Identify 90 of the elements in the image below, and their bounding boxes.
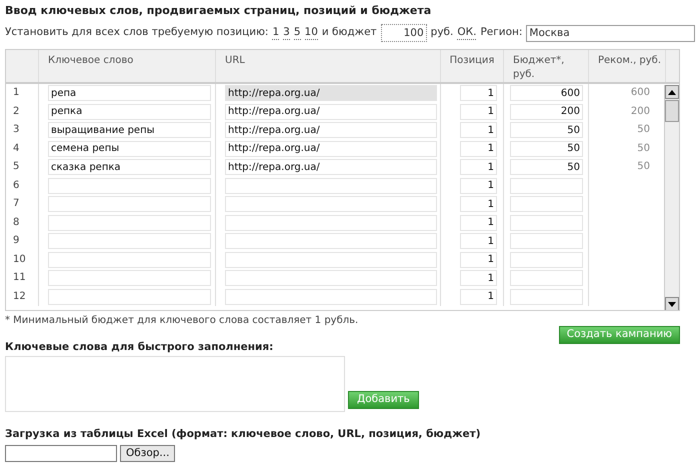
position-input[interactable]: 1	[460, 196, 497, 212]
region-label: Регион:	[480, 25, 522, 40]
scroll-thumb[interactable]	[665, 100, 679, 122]
row-number: 8	[6, 214, 39, 232]
settings-label: Установить для всех слов требуемую позицию:	[5, 25, 268, 40]
column-header: Ключевое слово	[39, 50, 216, 82]
budget-input[interactable]	[510, 178, 583, 194]
recommended-value: 50	[637, 161, 650, 172]
keyword-input[interactable]	[48, 288, 211, 305]
url-input[interactable]: http://repa.org.ua/	[225, 85, 437, 102]
position-input[interactable]: 1	[460, 270, 497, 286]
row-number: 9	[6, 232, 39, 250]
position-link[interactable]: 3	[283, 26, 290, 40]
browse-button[interactable]: Обзор...	[120, 445, 176, 462]
url-input[interactable]	[225, 196, 437, 212]
budget-input[interactable]: 600	[510, 85, 583, 102]
row-number: 5	[6, 158, 39, 176]
url-input[interactable]	[225, 214, 437, 231]
budget-input[interactable]: 200	[510, 104, 583, 120]
budget-input[interactable]: 50	[510, 122, 583, 138]
url-input[interactable]	[225, 178, 437, 194]
column-header: URL	[216, 50, 441, 82]
url-input[interactable]: http://repa.org.ua/	[225, 122, 437, 138]
position-input[interactable]: 1	[460, 104, 497, 120]
keyword-input[interactable]	[48, 214, 211, 231]
position-input[interactable]: 1	[460, 85, 497, 102]
position-input[interactable]: 1	[460, 288, 497, 305]
row-number: 12	[6, 288, 39, 306]
keyword-input[interactable]: семена репы	[48, 140, 211, 157]
url-input[interactable]: http://repa.org.ua/	[225, 140, 437, 157]
section-heading: Ключевые слова для быстрого заполнения:	[5, 341, 274, 354]
position-input[interactable]: 1	[460, 140, 497, 157]
row-number: 10	[6, 250, 39, 269]
position-input[interactable]: 1	[460, 252, 497, 268]
position-input[interactable]: 1	[460, 122, 497, 138]
budget-input[interactable]	[510, 196, 583, 212]
url-input[interactable]	[225, 288, 437, 305]
url-input[interactable]	[225, 270, 437, 286]
row-number: 4	[6, 140, 39, 158]
url-input[interactable]	[225, 233, 437, 250]
keyword-input[interactable]	[48, 270, 211, 286]
row-number: 3	[6, 121, 39, 140]
currency-label: руб.	[430, 25, 454, 40]
budget-input[interactable]: 100	[380, 24, 427, 42]
keyword-input[interactable]: сказка репка	[48, 159, 211, 176]
file-path-input[interactable]	[5, 445, 117, 462]
url-input[interactable]: http://repa.org.ua/	[225, 104, 437, 120]
keyword-input[interactable]	[48, 233, 211, 250]
position-input[interactable]: 1	[460, 214, 497, 231]
row-number: 6	[6, 176, 39, 195]
budget-input[interactable]	[510, 233, 583, 250]
column-header: Бюджет*, руб.	[504, 50, 589, 82]
row-number: 2	[6, 102, 39, 121]
recommended-value: 50	[637, 142, 650, 154]
position-link[interactable]: 5	[294, 26, 301, 40]
budget-input[interactable]	[510, 214, 583, 231]
budget-label: и бюджет	[322, 25, 377, 40]
budget-input[interactable]	[510, 288, 583, 305]
position-input[interactable]: 1	[460, 178, 497, 194]
budget-input[interactable]: 50	[510, 159, 583, 176]
section-heading: Ввод ключевых слов, продвигаемых страниц, позиций и бюджета	[5, 3, 432, 19]
position-link[interactable]: 1	[272, 26, 280, 40]
ok-link[interactable]: ОК.	[457, 26, 476, 40]
keyword-input[interactable]	[48, 196, 211, 212]
footnote: * Минимальный бюджет для ключевого слова составляет 1 рубль.	[5, 314, 360, 327]
url-input[interactable]: http://repa.org.ua/	[225, 159, 437, 176]
keyword-input[interactable]: выращивание репы	[48, 122, 211, 138]
recommended-value: 50	[637, 124, 650, 135]
keyword-input[interactable]: репа	[48, 85, 211, 102]
recommended-value: 200	[630, 106, 650, 116]
budget-input[interactable]	[510, 270, 583, 286]
section-heading: Загрузка из таблицы Excel (формат: ключевое слово, URL, позиция, бюджет)	[5, 428, 482, 441]
column-header: Позиция	[441, 50, 504, 82]
position-input[interactable]: 1	[460, 233, 497, 250]
keyword-input[interactable]	[48, 252, 211, 268]
budget-input[interactable]: 50	[510, 140, 583, 157]
scrollbar[interactable]	[664, 85, 679, 310]
position-input[interactable]: 1	[460, 159, 497, 176]
row-number: 7	[6, 195, 39, 214]
column-header: Реком., руб.	[589, 50, 666, 82]
keyword-input[interactable]	[48, 178, 211, 194]
row-number: 11	[6, 269, 39, 288]
keywords-textarea[interactable]	[5, 356, 345, 412]
region-input[interactable]: Москва	[526, 24, 695, 42]
url-input[interactable]	[225, 252, 437, 268]
keyword-input[interactable]: репка	[48, 104, 211, 120]
position-link[interactable]: 10	[304, 26, 318, 40]
budget-input[interactable]	[510, 252, 583, 268]
recommended-value: 600	[630, 87, 650, 98]
row-number: 1	[6, 84, 39, 102]
